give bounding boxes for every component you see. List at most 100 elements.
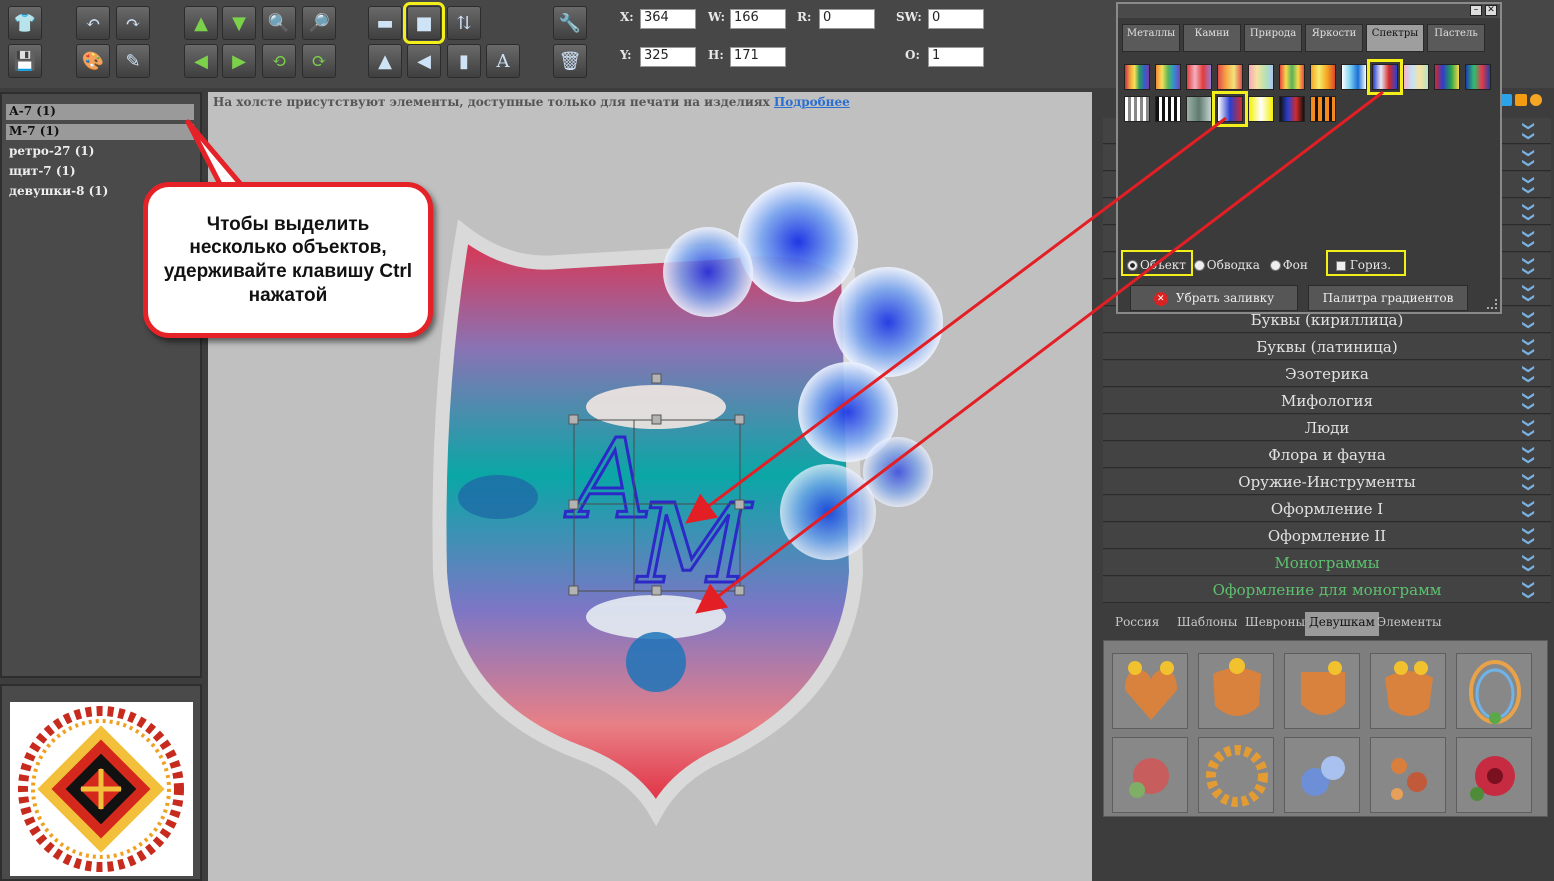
edit-icon[interactable]: ✎ (116, 44, 150, 78)
chevron-down-icon[interactable]: ❯❯ (1516, 202, 1542, 222)
gradient-swatch[interactable] (1403, 64, 1429, 90)
object-item[interactable]: щит-7 (1) (6, 164, 194, 180)
move-down-icon[interactable]: ▼ (222, 6, 256, 40)
chevron-down-icon[interactable]: ❯❯ (1516, 418, 1542, 438)
category-item[interactable]: Оформление II ❯❯ (1103, 523, 1551, 549)
horizontal-checkbox[interactable] (1336, 260, 1346, 271)
gradient-swatch[interactable] (1279, 64, 1305, 90)
gradient-swatch[interactable] (1310, 96, 1336, 122)
gallery-thumb[interactable] (1456, 737, 1532, 813)
gallery-thumb[interactable] (1112, 737, 1188, 813)
gradient-swatch[interactable] (1465, 64, 1491, 90)
object-item[interactable]: М-7 (1) (6, 124, 194, 140)
gallery-tab[interactable]: Шаблоны (1173, 612, 1241, 636)
h-field[interactable]: 171 (730, 47, 786, 67)
gradient-swatch[interactable] (1186, 64, 1212, 90)
gallery-thumb[interactable] (1198, 653, 1274, 729)
zoom-out-icon[interactable]: 🔎 (302, 6, 336, 40)
background-radio[interactable] (1269, 260, 1281, 271)
flip-vertical-icon[interactable]: ▲ (368, 44, 402, 78)
gradient-swatch[interactable] (1124, 96, 1150, 122)
move-right-icon[interactable]: ▶ (222, 44, 256, 78)
gallery-tab[interactable]: Шевроны (1241, 612, 1309, 636)
gallery-thumb[interactable] (1284, 653, 1360, 729)
object-item[interactable]: А-7 (1) (6, 104, 194, 120)
chevron-down-icon[interactable]: ❯❯ (1516, 229, 1542, 249)
category-item[interactable]: Буквы (латиница) ❯❯ (1103, 334, 1551, 360)
gallery-tab[interactable]: Девушкам (1305, 612, 1379, 636)
zoom-in-icon[interactable]: 🔍 (262, 6, 296, 40)
gradient-swatch[interactable] (1248, 96, 1274, 122)
chevron-down-icon[interactable]: ❯❯ (1516, 472, 1542, 492)
stroke-radio[interactable] (1193, 260, 1205, 271)
object-radio[interactable] (1127, 260, 1138, 271)
fill-gradient-icon[interactable]: ■ (403, 2, 445, 44)
text-icon[interactable]: A (486, 44, 520, 78)
y-field[interactable]: 325 (640, 47, 696, 67)
category-item[interactable]: Монограммы ❯❯ (1103, 550, 1551, 576)
object-item[interactable]: ретро-27 (1) (6, 144, 194, 160)
trash-icon[interactable]: 🗑 (553, 44, 587, 78)
gradient-swatch[interactable] (1212, 91, 1248, 127)
category-item[interactable]: Оформление I ❯❯ (1103, 496, 1551, 522)
gradient-swatch[interactable] (1341, 64, 1367, 90)
mail-icon[interactable] (1530, 94, 1542, 106)
gradient-swatch[interactable] (1155, 64, 1181, 90)
gradient-tab[interactable]: Природа (1244, 24, 1302, 52)
gradient-tab[interactable]: Металлы (1122, 24, 1180, 52)
category-item[interactable]: Люди ❯❯ (1103, 415, 1551, 441)
gradient-tab[interactable]: Камни (1183, 24, 1241, 52)
move-left-icon[interactable]: ◀ (184, 44, 218, 78)
gradient-swatch[interactable] (1217, 64, 1243, 90)
palette-icon[interactable]: 🎨 (76, 44, 110, 78)
chevron-down-icon[interactable]: ❯❯ (1516, 283, 1542, 303)
resize-grip-icon[interactable] (1487, 299, 1497, 309)
tools-icon[interactable]: 🔧 (553, 6, 587, 40)
bring-front-icon[interactable]: ▬ (368, 6, 402, 40)
rotate-left-icon[interactable]: ⟲ (262, 44, 296, 78)
gradient-swatch[interactable] (1434, 64, 1460, 90)
close-icon[interactable]: ✕ (1485, 5, 1497, 16)
save-icon[interactable]: 💾 (8, 44, 42, 78)
chevron-down-icon[interactable]: ❯❯ (1516, 445, 1542, 465)
rotate-right-icon[interactable]: ⟳ (302, 44, 336, 78)
gradient-swatch[interactable] (1124, 64, 1150, 90)
gallery-thumb[interactable] (1198, 737, 1274, 813)
move-up-icon[interactable]: ▲ (184, 6, 218, 40)
chevron-down-icon[interactable]: ❯❯ (1516, 526, 1542, 546)
gallery-thumb[interactable] (1370, 737, 1446, 813)
gallery-thumb[interactable] (1284, 737, 1360, 813)
chevron-down-icon[interactable]: ❯❯ (1516, 121, 1542, 141)
undo-icon[interactable]: ↶ (76, 6, 110, 40)
category-item[interactable]: Оформление для монограмм ❯❯ (1103, 577, 1551, 603)
w-field[interactable]: 166 (730, 9, 786, 29)
chevron-down-icon[interactable]: ❯❯ (1516, 364, 1542, 384)
gradient-tab[interactable]: Яркости (1305, 24, 1363, 52)
redo-icon[interactable]: ↷ (116, 6, 150, 40)
gradient-tab[interactable]: Пастель (1427, 24, 1485, 52)
shape-icon[interactable]: ▮ (447, 44, 481, 78)
chevron-down-icon[interactable]: ❯❯ (1516, 148, 1542, 168)
category-item[interactable]: Флора и фауна ❯❯ (1103, 442, 1551, 468)
flip-horizontal-icon[interactable]: ◀ (407, 44, 441, 78)
gallery-thumb[interactable] (1456, 653, 1532, 729)
sw-field[interactable]: 0 (928, 9, 984, 29)
x-field[interactable]: 364 (640, 9, 696, 29)
gradient-swatch[interactable] (1310, 64, 1336, 90)
gradient-palette-button[interactable]: Палитра градиентов (1308, 285, 1468, 311)
gradient-swatch[interactable] (1367, 59, 1403, 95)
gallery-thumb[interactable] (1112, 653, 1188, 729)
chevron-down-icon[interactable]: ❯❯ (1516, 553, 1542, 573)
tshirt-icon[interactable]: 👕 (8, 6, 42, 40)
chevron-down-icon[interactable]: ❯❯ (1516, 310, 1542, 330)
chevron-down-icon[interactable]: ❯❯ (1516, 175, 1542, 195)
gradient-swatch[interactable] (1155, 96, 1181, 122)
chevron-down-icon[interactable]: ❯❯ (1516, 256, 1542, 276)
o-field[interactable]: 1 (928, 47, 984, 67)
gallery-thumb[interactable] (1370, 653, 1446, 729)
gradient-swatch[interactable] (1279, 96, 1305, 122)
category-item[interactable]: Мифология ❯❯ (1103, 388, 1551, 414)
chevron-down-icon[interactable]: ❯❯ (1516, 580, 1542, 600)
r-field[interactable]: 0 (819, 9, 875, 29)
gradient-tab[interactable]: Спектры (1366, 24, 1424, 52)
